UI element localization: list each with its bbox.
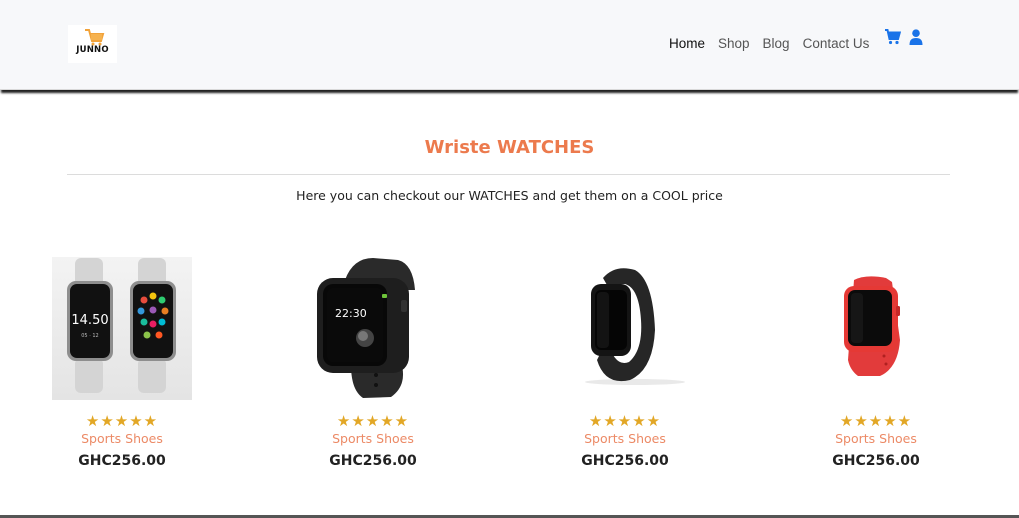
nav-blog[interactable]: Blog [763, 36, 790, 51]
svg-text:14.50: 14.50 [71, 313, 108, 328]
user-icon[interactable] [909, 29, 923, 49]
product-price: GHC256.00 [581, 453, 669, 469]
product-image-black-smartwatch[interactable]: 22:30 [273, 250, 473, 402]
product-category: Sports Shoes [81, 431, 163, 446]
main-nav: Home Shop Blog Contact Us [669, 36, 882, 51]
product-card[interactable]: 14.50 05 · 12 ★★★★★ Sports Shoes GHC256.… [22, 250, 222, 480]
nav-shop[interactable]: Shop [718, 36, 750, 51]
product-category: Sports Shoes [332, 431, 414, 446]
logo-text: JUNNO [76, 45, 109, 55]
product-price: GHC256.00 [78, 453, 166, 469]
cart-icon[interactable] [884, 29, 902, 49]
product-price: GHC256.00 [832, 453, 920, 469]
svg-text:22:30: 22:30 [335, 307, 367, 320]
product-image-two-white-smartwatches[interactable]: 14.50 05 · 12 [22, 250, 222, 402]
product-image-red-smartwatch[interactable] [776, 250, 976, 402]
header-icons [884, 29, 923, 49]
cart-logo-icon [85, 29, 105, 46]
nav-home[interactable]: Home [669, 36, 705, 51]
section-subtitle: Here you can checkout our WATCHES and ge… [296, 188, 723, 203]
product-category: Sports Shoes [584, 431, 666, 446]
nav-contact-us[interactable]: Contact Us [803, 36, 870, 51]
product-image-black-fitness-band[interactable] [525, 250, 725, 402]
product-card[interactable]: ★★★★★ Sports Shoes GHC256.00 [776, 250, 976, 480]
rating-stars: ★★★★★ [839, 412, 913, 430]
product-price: GHC256.00 [329, 453, 417, 469]
site-header: JUNNO Home Shop Blog Contact Us [0, 0, 1019, 90]
rating-stars: ★★★★★ [588, 412, 662, 430]
product-card[interactable]: 22:30 ★★★★★ Sports Shoes GHC256.00 [273, 250, 473, 480]
svg-text:05 · 12: 05 · 12 [81, 333, 99, 339]
rating-stars: ★★★★★ [336, 412, 410, 430]
divider [67, 174, 950, 175]
rating-stars: ★★★★★ [85, 412, 159, 430]
product-category: Sports Shoes [835, 431, 917, 446]
logo[interactable]: JUNNO [68, 25, 117, 63]
product-card[interactable]: ★★★★★ Sports Shoes GHC256.00 [525, 250, 725, 480]
section-title: Wriste WATCHES [424, 137, 595, 158]
